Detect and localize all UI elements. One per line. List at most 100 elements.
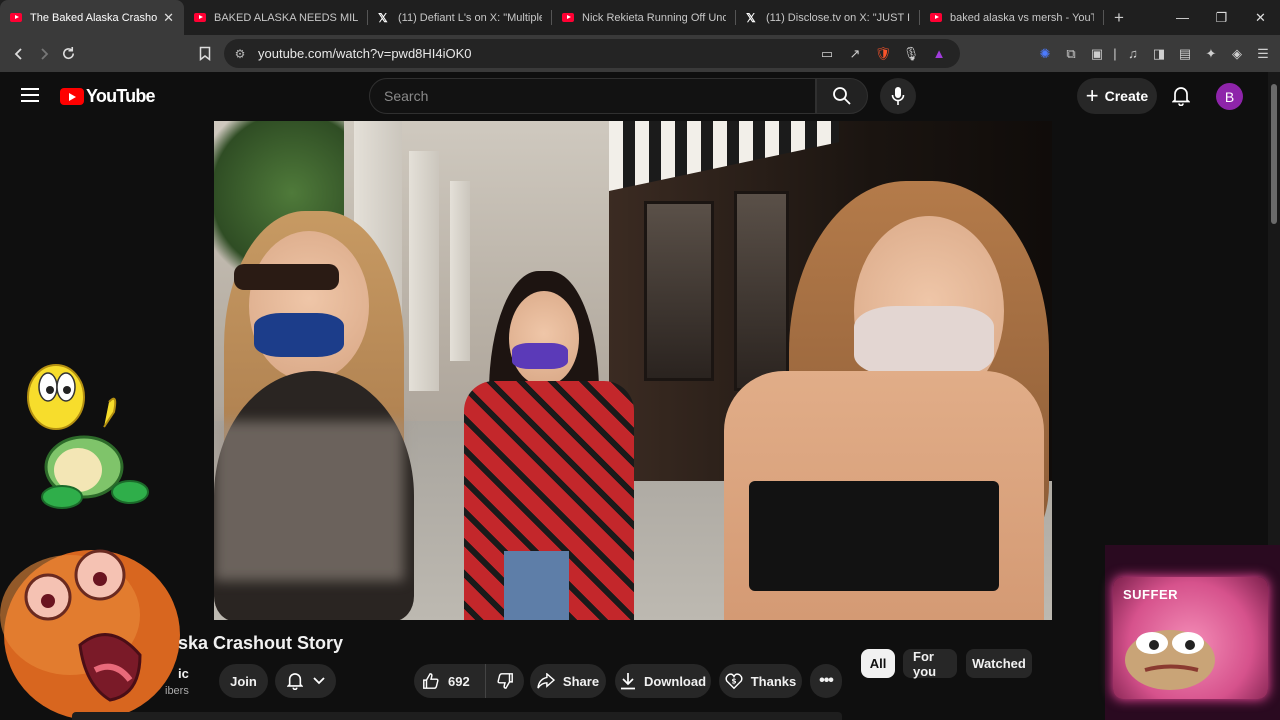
youtube-logo[interactable]: YouTube xyxy=(60,86,156,107)
chip-for-you[interactable]: For you xyxy=(903,649,957,679)
mic-search-icon[interactable]: 🎙 xyxy=(902,45,920,63)
tab-3[interactable]: 𝕏 (11) Defiant L's on X: "Multiple n xyxy=(368,0,552,35)
tab-5[interactable]: 𝕏 (11) Disclose.tv on X: "JUST IN - xyxy=(736,0,920,35)
window-close-icon[interactable]: ✕ xyxy=(1241,0,1280,35)
create-label: Create xyxy=(1104,88,1149,104)
vpn-icon[interactable]: ✺ xyxy=(1034,45,1056,63)
download-icon xyxy=(620,673,635,690)
x-icon: 𝕏 xyxy=(746,10,756,25)
potato-sticker xyxy=(0,549,180,720)
sidebar-icon[interactable]: ◨ xyxy=(1148,45,1170,63)
webcam-overlay: SUFFER xyxy=(1105,545,1280,720)
tab-title: (11) Disclose.tv on X: "JUST IN - xyxy=(766,11,910,24)
download-button[interactable]: Download xyxy=(615,664,711,698)
bell-icon xyxy=(286,673,303,690)
video-person-middle-mask xyxy=(512,343,568,369)
youtube-wordmark: YouTube xyxy=(86,86,156,106)
brave-rewards-icon[interactable]: ▲ xyxy=(930,45,948,63)
share-label: Share xyxy=(562,673,600,689)
chip-all[interactable]: All xyxy=(861,649,895,678)
super-thanks-icon: $ xyxy=(725,673,743,690)
video-frame-column xyxy=(409,151,439,391)
thumbs-up-icon xyxy=(423,673,439,689)
forward-icon[interactable] xyxy=(31,39,56,69)
scrollbar-thumb[interactable] xyxy=(1271,84,1277,224)
thumbs-down-icon xyxy=(497,673,513,689)
voice-search-button[interactable] xyxy=(880,78,916,114)
bell-icon xyxy=(1172,87,1190,106)
tab-1[interactable]: The Baked Alaska Crashout ✕ xyxy=(0,0,184,35)
notifications-button[interactable] xyxy=(1166,80,1196,112)
search-icon xyxy=(833,87,851,105)
video-person-middle-face xyxy=(509,291,579,386)
guide-menu-icon[interactable] xyxy=(21,88,39,102)
search-button[interactable] xyxy=(816,78,868,114)
video-frame-column xyxy=(450,181,470,361)
like-button[interactable]: 692 xyxy=(414,664,486,698)
tab-title: BAKED ALASKA NEEDS MILK! #y xyxy=(214,11,358,24)
pepe-frog-icon xyxy=(1125,630,1215,690)
plus-icon: + xyxy=(1085,83,1099,108)
more-actions-button[interactable]: ••• xyxy=(810,664,842,698)
menu-icon[interactable]: ☰ xyxy=(1252,45,1274,63)
youtube-header: YouTube + Create B xyxy=(0,72,1268,120)
extensions-icon[interactable]: ⧉ xyxy=(1060,45,1082,63)
account-avatar[interactable]: B xyxy=(1216,83,1243,110)
screenshot-icon[interactable]: ▣ xyxy=(1086,45,1108,63)
search-input[interactable] xyxy=(384,88,815,104)
chip-watched[interactable]: Watched xyxy=(966,649,1032,678)
x-icon: 𝕏 xyxy=(378,10,388,25)
subscription-notifications-button[interactable] xyxy=(275,664,336,698)
browser-tab-bar: The Baked Alaska Crashout ✕ BAKED ALASKA… xyxy=(0,0,1280,35)
join-button[interactable]: Join xyxy=(219,664,268,698)
video-player[interactable] xyxy=(214,121,1052,620)
cast-icon[interactable]: ▭ xyxy=(818,45,836,63)
address-bar[interactable]: ⚙ youtube.com/watch?v=pwd8HI4iOK0 ▭ ↗ 🛡 … xyxy=(224,39,960,68)
share-button[interactable]: Share xyxy=(530,664,606,698)
site-settings-icon[interactable]: ⚙ xyxy=(228,47,252,61)
video-person-left-mask xyxy=(254,313,344,357)
close-tab-icon[interactable]: ✕ xyxy=(163,10,174,26)
restore-icon[interactable]: ❐ xyxy=(1202,0,1241,35)
new-tab-icon[interactable]: + xyxy=(1104,8,1134,28)
tab-title: baked alaska vs mersh - YouTub xyxy=(950,11,1094,24)
bookmark-icon[interactable] xyxy=(192,38,217,68)
create-button[interactable]: + Create xyxy=(1077,78,1157,114)
youtube-icon xyxy=(194,13,206,22)
tab-title: Nick Rekieta Running Off Uncivi xyxy=(582,11,726,24)
brave-vpn-icon[interactable]: ◈ xyxy=(1226,45,1248,63)
share-icon xyxy=(537,673,555,689)
wallet-icon[interactable]: ▤ xyxy=(1174,45,1196,63)
tab-title: The Baked Alaska Crashout xyxy=(30,11,158,24)
url-text[interactable]: youtube.com/watch?v=pwd8HI4iOK0 xyxy=(258,46,472,61)
tab-separator xyxy=(1103,10,1104,25)
tab-2[interactable]: BAKED ALASKA NEEDS MILK! #y xyxy=(184,0,368,35)
tab-title: (11) Defiant L's on X: "Multiple n xyxy=(398,11,542,24)
tab-6[interactable]: baked alaska vs mersh - YouTub xyxy=(920,0,1104,35)
youtube-icon xyxy=(10,13,22,22)
video-title: ska Crashout Story xyxy=(178,633,344,653)
video-person-right-mask xyxy=(854,306,994,376)
tab-4[interactable]: Nick Rekieta Running Off Uncivi xyxy=(552,0,736,35)
leo-ai-icon[interactable]: ✦ xyxy=(1200,45,1222,63)
media-icon[interactable]: ♫ xyxy=(1122,45,1144,63)
dislike-button[interactable] xyxy=(486,672,524,690)
channel-name[interactable]: ic xyxy=(178,666,189,681)
join-label: Join xyxy=(230,673,257,689)
like-count: 692 xyxy=(448,673,470,689)
reload-icon[interactable] xyxy=(56,39,81,69)
back-icon[interactable] xyxy=(6,39,31,69)
thanks-button[interactable]: $ Thanks xyxy=(719,664,802,698)
share-page-icon[interactable]: ↗ xyxy=(846,45,864,63)
minimize-icon[interactable]: — xyxy=(1163,0,1202,35)
koopa-sticker xyxy=(27,364,149,509)
search-box[interactable] xyxy=(369,78,816,114)
microphone-icon xyxy=(891,87,905,105)
video-person-middle-jeans xyxy=(504,551,569,620)
subscriber-count: ibers xyxy=(165,685,189,697)
video-frame-window xyxy=(644,201,714,381)
description-box-edge xyxy=(72,712,842,720)
window-controls: — ❐ ✕ xyxy=(1163,0,1280,35)
brave-shields-icon[interactable]: 🛡 xyxy=(874,45,892,63)
video-person-left-face xyxy=(249,231,369,381)
